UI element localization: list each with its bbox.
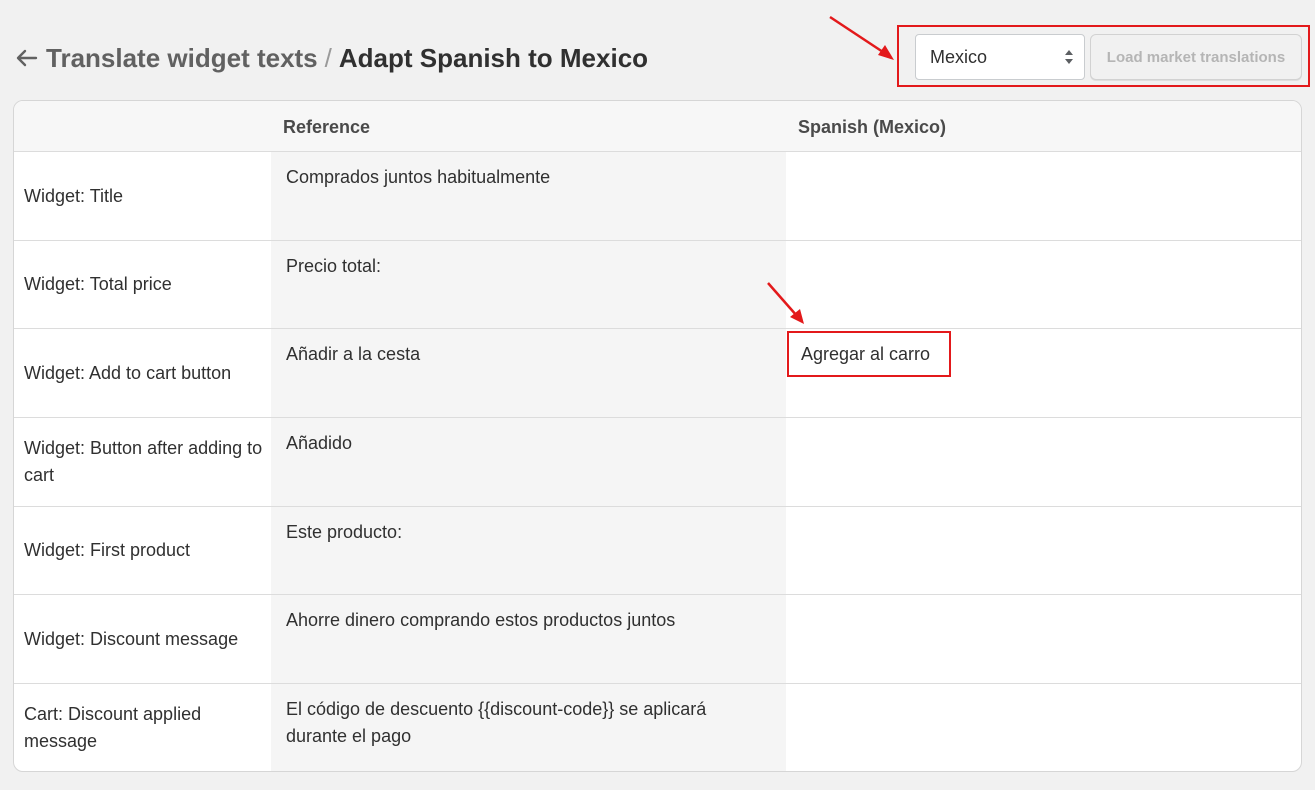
- translation-field[interactable]: [786, 507, 1301, 594]
- table-row: Widget: Title Comprados juntos habitualm…: [14, 152, 1301, 241]
- row-label: Cart: Discount applied message: [24, 704, 202, 751]
- select-arrows-icon: [1064, 49, 1074, 65]
- breadcrumb-separator: /: [324, 42, 332, 73]
- page-header: Translate widget texts / Adapt Spanish t…: [16, 38, 648, 78]
- reference-text: Este producto:: [271, 507, 786, 594]
- table-header: Reference Spanish (Mexico): [14, 101, 1301, 152]
- table-row: Widget: Discount message Ahorre dinero c…: [14, 595, 1301, 684]
- reference-text: Precio total:: [271, 241, 786, 328]
- page-title: Adapt Spanish to Mexico: [338, 42, 649, 73]
- annotation-box: [787, 331, 951, 377]
- breadcrumb-parent[interactable]: Translate widget texts: [46, 43, 318, 74]
- translation-field[interactable]: [786, 418, 1301, 506]
- column-header-reference: Reference: [283, 117, 371, 137]
- table-row: Widget: Total price Precio total:: [14, 241, 1301, 329]
- market-select[interactable]: Mexico: [915, 34, 1085, 80]
- row-label: Widget: Title: [24, 185, 124, 206]
- row-label: Widget: First product: [24, 540, 191, 560]
- table-row: Widget: Add to cart button Añadir a la c…: [14, 329, 1301, 418]
- table-row: Cart: Discount applied message El código…: [14, 684, 1301, 771]
- reference-text: El código de descuento {{discount-code}}…: [271, 684, 786, 771]
- row-label: Widget: Total price: [24, 274, 172, 294]
- translation-field[interactable]: [786, 595, 1301, 683]
- reference-text: Comprados juntos habitualmente: [271, 152, 786, 240]
- translations-table: Reference Spanish (Mexico) Widget: Title…: [13, 100, 1302, 772]
- table-row: Widget: Button after adding to cart Añad…: [14, 418, 1301, 507]
- column-header-spanish-mexico: Spanish (Mexico): [798, 117, 947, 137]
- reference-text: Ahorre dinero comprando estos productos …: [271, 595, 786, 683]
- translation-field[interactable]: [786, 241, 1301, 328]
- row-label: Widget: Discount message: [24, 628, 239, 649]
- row-label: Widget: Button after adding to cart: [24, 438, 263, 485]
- translation-field[interactable]: [786, 684, 1301, 771]
- row-label: Widget: Add to cart button: [24, 362, 232, 383]
- arrow-left-icon[interactable]: [16, 49, 38, 67]
- annotation-arrow-icon: [767, 282, 804, 324]
- translation-field[interactable]: [786, 152, 1301, 240]
- reference-text: Añadir a la cesta: [271, 329, 786, 417]
- table-row: Widget: First product Este producto:: [14, 507, 1301, 595]
- reference-text: Añadido: [271, 418, 786, 506]
- annotation-arrow-icon: [829, 15, 894, 60]
- market-select-value: Mexico: [930, 46, 988, 67]
- load-market-translations-button[interactable]: Load market translations: [1090, 34, 1302, 80]
